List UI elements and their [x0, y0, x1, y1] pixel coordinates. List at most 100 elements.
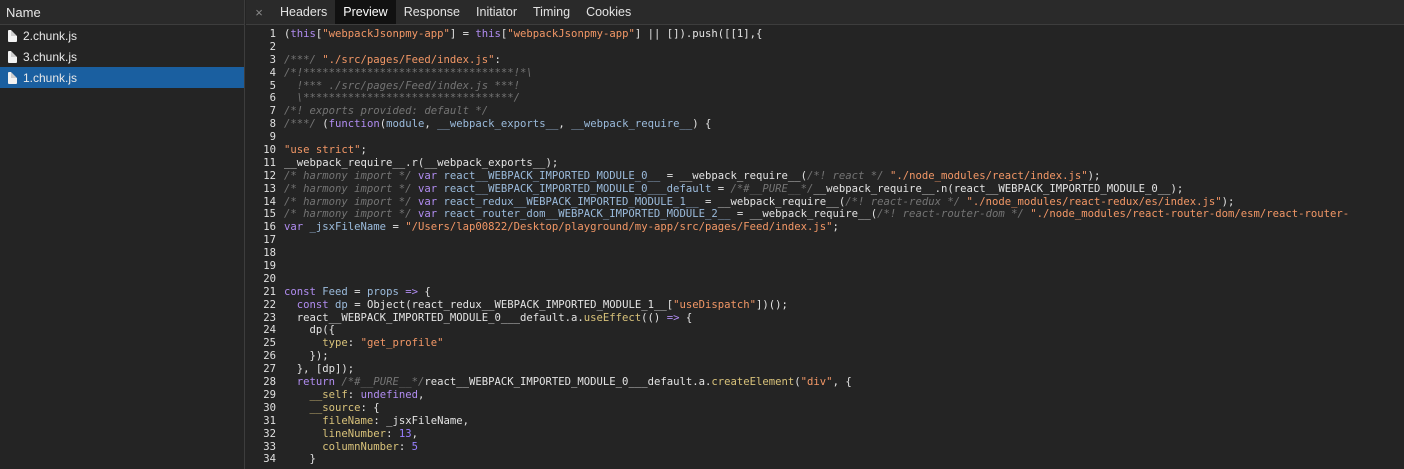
code-line: 2: [246, 41, 1404, 54]
code-token: dp: [335, 298, 348, 311]
line-number[interactable]: 22: [246, 299, 284, 312]
line-number[interactable]: 16: [246, 221, 284, 234]
code-token: /* harmony import */: [284, 169, 418, 182]
line-number[interactable]: 33: [246, 441, 284, 454]
code-token: react__WEBPACK_IMPORTED_MODULE_0__: [443, 169, 661, 182]
tab-initiator[interactable]: Initiator: [468, 0, 525, 24]
line-number[interactable]: 8: [246, 118, 284, 131]
line-number[interactable]: 19: [246, 260, 284, 273]
code-token: react_redux__WEBPACK_IMPORTED_MODULE_1__: [443, 195, 699, 208]
code-token: :: [347, 337, 361, 350]
line-number[interactable]: 24: [246, 324, 284, 337]
code-token: "/Users/lap00822/Desktop/playground/my-a…: [405, 221, 833, 234]
line-number[interactable]: 20: [246, 273, 284, 286]
line-number[interactable]: 1: [246, 28, 284, 41]
code-token: __webpack_require__.r(__webpack_exports_…: [284, 156, 559, 169]
code-token: undefined: [360, 388, 418, 401]
code-line: 10 "use strict";: [246, 144, 1404, 157]
line-number[interactable]: 3: [246, 54, 284, 67]
code-line: 33 columnNumber: 5: [246, 441, 1404, 454]
line-number[interactable]: 5: [246, 80, 284, 93]
code-token: /* harmony import */: [284, 182, 418, 195]
document-icon: [8, 29, 17, 42]
code-text: /***/ "./src/pages/Feed/index.js":: [284, 54, 501, 67]
name-column-header[interactable]: Name: [0, 0, 244, 25]
code-token: "./node_modules/react-router-dom/esm/rea…: [1030, 208, 1350, 221]
code-token: ])();: [756, 298, 788, 311]
code-token: /* harmony import */: [284, 208, 418, 221]
tab-timing[interactable]: Timing: [525, 0, 578, 24]
code-token: __webpack_require__: [571, 118, 693, 131]
line-number[interactable]: 2: [246, 41, 284, 54]
code-token: lineNumber: [322, 427, 387, 440]
tab-cookies[interactable]: Cookies: [578, 0, 639, 24]
tab-headers[interactable]: Headers: [272, 0, 335, 24]
code-token: var: [417, 182, 444, 195]
code-token: props: [366, 285, 399, 298]
line-number[interactable]: 4: [246, 67, 284, 80]
line-number[interactable]: 10: [246, 144, 284, 157]
file-name: 2.chunk.js: [23, 28, 78, 43]
line-number[interactable]: 34: [246, 453, 284, 466]
code-line: 23 react__WEBPACK_IMPORTED_MODULE_0___de…: [246, 312, 1404, 325]
code-line: 30 __source: {: [246, 402, 1404, 415]
code-line: 5 !*** ./src/pages/Feed/index.js ***!: [246, 80, 1404, 93]
line-number[interactable]: 26: [246, 350, 284, 363]
code-token: ) {: [692, 118, 712, 131]
code-line: 12/* harmony import */ var react__WEBPAC…: [246, 170, 1404, 183]
code-token: react__WEBPACK_IMPORTED_MODULE_0___defau…: [284, 311, 584, 324]
code-text: columnNumber: 5: [284, 441, 418, 454]
close-icon[interactable]: ×: [246, 0, 272, 24]
line-number[interactable]: 9: [246, 131, 284, 144]
line-number[interactable]: 23: [246, 312, 284, 325]
code-token: var: [417, 169, 444, 182]
line-number[interactable]: 13: [246, 183, 284, 196]
line-number[interactable]: 12: [246, 170, 284, 183]
code-text: }: [284, 453, 316, 466]
line-number[interactable]: 6: [246, 92, 284, 105]
file-item[interactable]: 3.chunk.js: [0, 46, 244, 67]
line-number[interactable]: 31: [246, 415, 284, 428]
request-detail-panel: × Headers Preview Response Initiator Timing C…: [246, 0, 1404, 469]
line-number[interactable]: 11: [246, 157, 284, 170]
code-text: /* harmony import */ var react_redux__WE…: [284, 196, 1234, 209]
code-token: =>: [405, 285, 418, 298]
line-number[interactable]: 15: [246, 208, 284, 221]
line-number[interactable]: 27: [246, 363, 284, 376]
line-number[interactable]: 30: [246, 402, 284, 415]
code-line: 7/*! exports provided: default */: [246, 105, 1404, 118]
code-text: \*********************************/: [284, 92, 520, 105]
code-token: {: [679, 311, 693, 324]
code-token: : _jsxFileName,: [373, 414, 469, 427]
line-number[interactable]: 7: [246, 105, 284, 118]
file-item[interactable]: 1.chunk.js: [0, 67, 244, 88]
code-text: const Feed = props => {: [284, 286, 431, 299]
code-line: 34 }: [246, 453, 1404, 466]
line-number[interactable]: 17: [246, 234, 284, 247]
file-item[interactable]: 2.chunk.js: [0, 25, 244, 46]
code-text: var _jsxFileName = "/Users/lap00822/Desk…: [284, 221, 839, 234]
line-number[interactable]: 18: [246, 247, 284, 260]
code-line: 22 const dp = Object(react_redux__WEBPAC…: [246, 299, 1404, 312]
file-list: 2.chunk.js 3.chunk.js 1.chunk.js: [0, 25, 244, 88]
line-number[interactable]: 21: [246, 286, 284, 299]
code-token: = __webpack_require__(: [660, 169, 808, 182]
code-text: return /*#__PURE__*/react__WEBPACK_IMPOR…: [284, 376, 852, 389]
line-number[interactable]: 29: [246, 389, 284, 402]
line-number[interactable]: 32: [246, 428, 284, 441]
line-number[interactable]: 25: [246, 337, 284, 350]
tab-response[interactable]: Response: [396, 0, 468, 24]
code-line: 17: [246, 234, 1404, 247]
document-icon: [8, 50, 17, 63]
line-number[interactable]: 14: [246, 196, 284, 209]
code-line: 19: [246, 260, 1404, 273]
code-token: );: [1221, 195, 1235, 208]
code-token: ;: [832, 221, 839, 234]
code-token: =: [347, 285, 367, 298]
file-name: 1.chunk.js: [23, 70, 78, 85]
line-number[interactable]: 28: [246, 376, 284, 389]
tab-preview[interactable]: Preview: [335, 0, 396, 24]
code-token: });: [284, 350, 329, 363]
